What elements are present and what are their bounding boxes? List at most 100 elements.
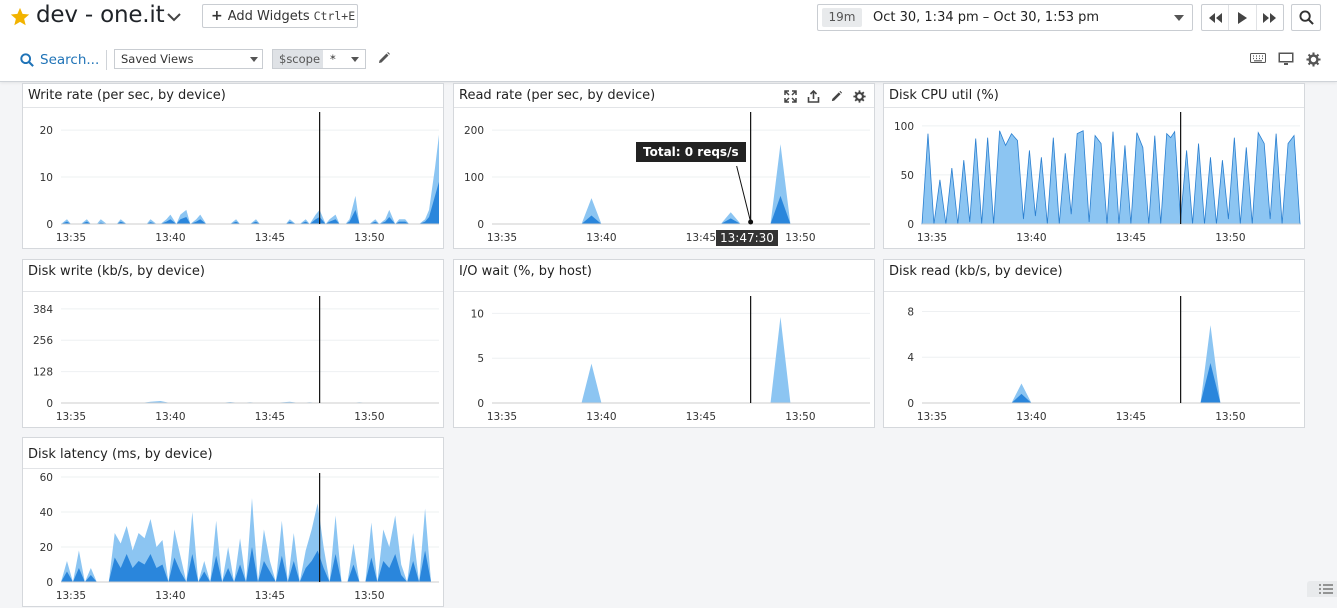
- widget-read-rate[interactable]: Read rate (per sec, by device) 010020013…: [453, 83, 875, 249]
- disk-write-chart[interactable]: 012825638413:3513:4013:4513:50: [23, 292, 445, 429]
- saved-views-label: Saved Views: [121, 52, 193, 66]
- dashboard-header: dev - one.it + Add Widgets Ctrl+E 19m Oc…: [0, 0, 1337, 82]
- edit-pencil-icon[interactable]: [377, 51, 391, 65]
- y-tick-label: 40: [40, 507, 53, 519]
- scope-value: *: [330, 50, 336, 68]
- y-tick-label: 50: [901, 170, 914, 182]
- widget-title: Read rate (per sec, by device): [459, 88, 655, 103]
- write-rate-chart[interactable]: 0102013:3513:4013:4513:50: [23, 108, 445, 250]
- widget-disk-write[interactable]: Disk write (kb/s, by device) 01282563841…: [22, 259, 444, 428]
- x-tick-label: 13:45: [686, 411, 716, 423]
- series-area: [61, 182, 439, 224]
- search-icon: [20, 53, 34, 67]
- time-range-selector[interactable]: 19m Oct 30, 1:34 pm – Oct 30, 1:53 pm: [817, 4, 1193, 31]
- x-tick-label: 13:50: [354, 411, 384, 423]
- chevron-down-icon: [1174, 15, 1184, 21]
- y-tick-label: 5: [477, 353, 484, 365]
- scope-variable[interactable]: $scope *: [272, 49, 366, 69]
- x-tick-label: 13:50: [785, 411, 815, 423]
- divider: [106, 50, 107, 70]
- widget-title: Disk latency (ms, by device): [28, 447, 213, 462]
- dashboard-title[interactable]: dev - one.it: [36, 2, 164, 28]
- y-tick-label: 10: [471, 308, 484, 320]
- series-area: [922, 325, 1300, 403]
- saved-views-dropdown[interactable]: Saved Views: [114, 49, 263, 69]
- scope-key: $scope: [273, 50, 323, 68]
- y-tick-label: 100: [464, 172, 484, 184]
- add-widgets-label: Add Widgets: [228, 9, 310, 24]
- search-label: Search...: [40, 52, 99, 68]
- y-tick-label: 0: [46, 577, 53, 589]
- y-tick-label: 256: [33, 335, 53, 347]
- series-area: [922, 363, 1300, 403]
- y-tick-label: 8: [907, 306, 914, 318]
- caret-down-icon: [250, 57, 258, 62]
- y-tick-label: 20: [40, 542, 53, 554]
- y-tick-label: 128: [33, 367, 53, 379]
- list-toggle-icon[interactable]: [1307, 581, 1337, 597]
- y-tick-label: 20: [40, 125, 53, 137]
- widget-title: Disk read (kb/s, by device): [889, 264, 1063, 279]
- fast-forward-icon: [1262, 12, 1278, 24]
- x-tick-label: 13:45: [686, 232, 716, 244]
- x-tick-label: 13:50: [1215, 411, 1245, 423]
- x-tick-label: 13:35: [487, 232, 517, 244]
- x-tick-label: 13:35: [917, 411, 947, 423]
- play-button[interactable]: [1229, 5, 1256, 30]
- x-tick-label: 13:40: [1016, 232, 1046, 244]
- x-tick-label: 13:50: [1215, 232, 1245, 244]
- search-link[interactable]: Search...: [20, 52, 99, 68]
- y-tick-label: 0: [907, 219, 914, 231]
- time-duration-badge: 19m: [822, 8, 862, 27]
- x-tick-label: 13:45: [255, 232, 285, 244]
- disk-read-chart[interactable]: 04813:3513:4013:4513:50: [884, 292, 1306, 429]
- disk-latency-chart[interactable]: 020406013:3513:4013:4513:50: [23, 469, 445, 608]
- search-button[interactable]: [1291, 4, 1321, 31]
- y-tick-label: 10: [40, 172, 53, 184]
- x-tick-label: 13:45: [255, 411, 285, 423]
- widget-io-wait[interactable]: I/O wait (%, by host) 051013:3513:4013:4…: [453, 259, 875, 428]
- export-icon[interactable]: [807, 90, 820, 103]
- x-tick-label: 13:45: [1116, 411, 1146, 423]
- widget-write-rate[interactable]: Write rate (per sec, by device) 0 10 20 13:…: [22, 83, 444, 249]
- x-tick-label: 13:40: [155, 590, 185, 602]
- widget-disk-cpu-util[interactable]: Disk CPU util (%) 05010013:3513:4013:451…: [883, 83, 1305, 249]
- y-tick-label: 384: [33, 304, 53, 316]
- monitor-icon[interactable]: [1278, 52, 1294, 66]
- widget-title: I/O wait (%, by host): [459, 264, 592, 279]
- plus-icon: +: [211, 8, 223, 24]
- disk-cpu-util-chart[interactable]: 05010013:3513:4013:4513:50: [884, 108, 1306, 250]
- x-tick-label: 13:40: [155, 411, 185, 423]
- series-area: [922, 131, 1300, 224]
- y-tick-label: 0: [46, 219, 53, 231]
- y-tick-label: 60: [40, 472, 53, 484]
- x-tick-label: 13:40: [586, 411, 616, 423]
- gear-icon[interactable]: [853, 90, 866, 103]
- chevron-down-icon[interactable]: [166, 11, 182, 23]
- y-tick-label: 100: [894, 121, 914, 133]
- edit-pencil-icon[interactable]: [830, 90, 843, 103]
- read-rate-chart[interactable]: 010020013:3513:4013:4513:50: [454, 108, 876, 250]
- add-widgets-button[interactable]: + Add Widgets Ctrl+E: [202, 4, 358, 28]
- widget-title: Disk write (kb/s, by device): [28, 264, 205, 279]
- io-wait-chart[interactable]: 051013:3513:4013:4513:50: [454, 292, 876, 429]
- expand-icon[interactable]: [784, 90, 797, 103]
- series-area: [492, 317, 870, 403]
- y-tick-label: 200: [464, 125, 484, 137]
- x-tick-label: 13:45: [1116, 232, 1146, 244]
- x-tick-label: 13:35: [487, 411, 517, 423]
- favorite-star-icon[interactable]: [9, 6, 31, 28]
- fast-forward-button[interactable]: [1257, 5, 1283, 30]
- widget-disk-read[interactable]: Disk read (kb/s, by device) 04813:3513:4…: [883, 259, 1305, 428]
- gear-icon[interactable]: [1306, 52, 1321, 67]
- hover-point: [748, 220, 753, 225]
- widget-disk-latency[interactable]: Disk latency (ms, by device) 020406013:3…: [22, 437, 444, 607]
- list-icon: [1319, 584, 1333, 594]
- rewind-button[interactable]: [1202, 5, 1229, 30]
- keyboard-icon[interactable]: [1250, 52, 1266, 64]
- search-icon: [1299, 10, 1314, 25]
- rewind-icon: [1207, 12, 1223, 24]
- widget-title: Write rate (per sec, by device): [28, 88, 226, 103]
- series-area: [492, 196, 870, 224]
- x-tick-label: 13:35: [56, 411, 86, 423]
